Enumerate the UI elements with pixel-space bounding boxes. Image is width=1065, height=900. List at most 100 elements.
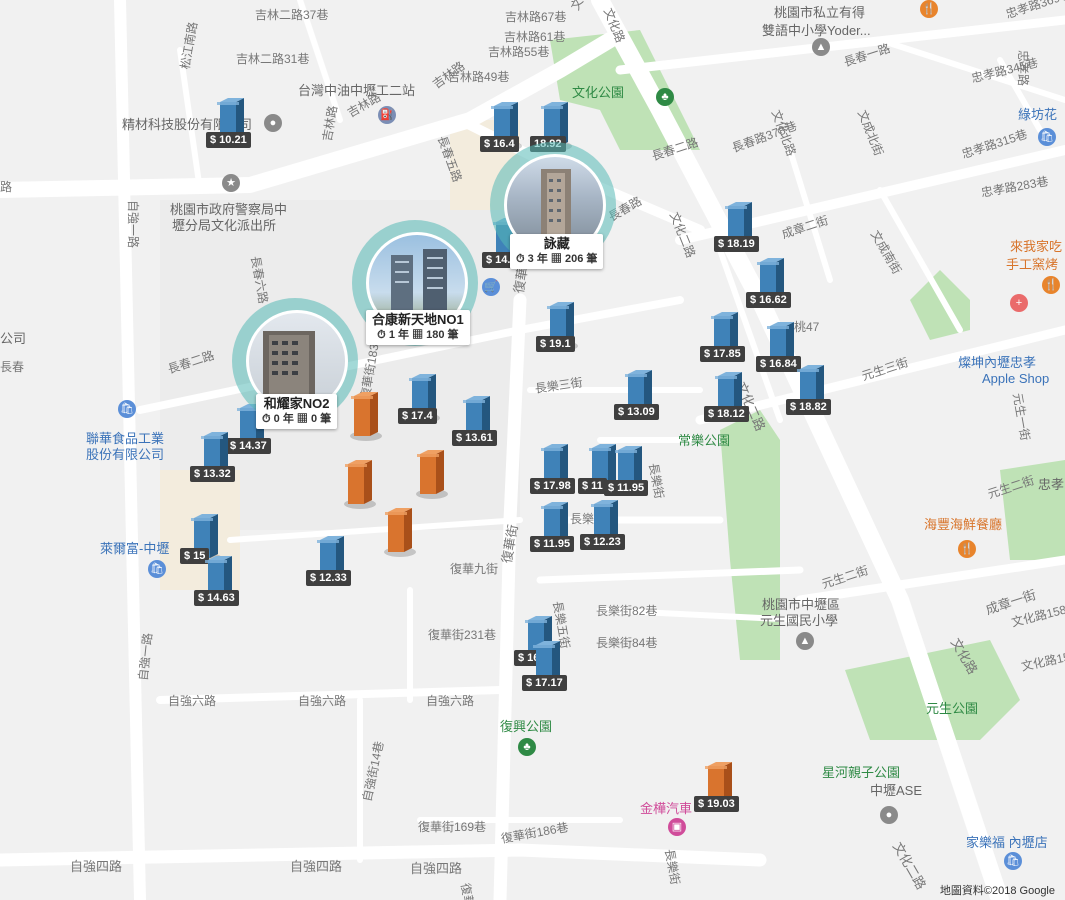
medical-icon[interactable]: + <box>1010 294 1028 312</box>
cluster-card[interactable]: 合康新天地NO1 ⏱ 1 年 ▦ 180 筆 <box>366 310 470 345</box>
map-label: 聯華食品工業 <box>86 431 165 446</box>
car-dealer-icon[interactable]: ▣ <box>668 818 686 836</box>
price-tag[interactable]: $ 17.4 <box>398 408 437 424</box>
building-icon: ▦ <box>412 329 424 341</box>
map-label: 壢分局文化派出所 <box>172 218 277 233</box>
price-tag[interactable]: $ 12.33 <box>306 570 351 586</box>
map-label: 復華街231巷 <box>428 628 497 642</box>
price-tag[interactable]: $ 17.85 <box>700 346 745 362</box>
police-icon[interactable]: ★ <box>222 174 240 192</box>
price-tag[interactable]: $ 16.62 <box>746 292 791 308</box>
cluster-count: 0 筆 <box>310 413 332 425</box>
map-label: 吉林二路31巷 <box>236 52 310 66</box>
map-label: 萊爾富-中壢 <box>100 541 170 556</box>
map-label: 自強六路 <box>168 694 217 708</box>
map-canvas[interactable]: 吉林二路37巷 吉林路67巷 吉林路61巷 吉林二路31巷 吉林路55巷 吉林路49巷 文化… <box>0 0 1065 900</box>
price-tag[interactable]: $ 17.17 <box>522 675 567 691</box>
map-label: 復華街169巷 <box>418 820 487 834</box>
map-label: 自強四路 <box>290 859 343 874</box>
map-label: 復華九街 <box>450 562 499 576</box>
cluster-count: 206 筆 <box>564 253 598 265</box>
cluster-card[interactable]: 和耀家NO2 ⏱ 0 年 ▦ 0 筆 <box>256 394 338 429</box>
gas-station-icon[interactable]: ⛽ <box>378 106 396 124</box>
restaurant-icon[interactable]: 🍴 <box>920 0 938 18</box>
cluster-age: 1 年 <box>388 329 410 341</box>
map-label: 雙語中小學Yoder... <box>762 23 871 38</box>
price-tag[interactable]: $ 11 <box>578 478 607 494</box>
price-tag[interactable]: $ 17.98 <box>530 478 575 494</box>
map-label: 吉林路55巷 <box>488 45 550 59</box>
map-label: 常樂公園 <box>678 433 731 448</box>
map-label: 自強四路 <box>70 859 123 874</box>
map-label: 忠孝 <box>1038 477 1065 492</box>
restaurant-icon[interactable]: 🍴 <box>958 540 976 558</box>
price-tag[interactable]: $ 19.1 <box>536 336 575 352</box>
park-tree-icon[interactable]: ♣ <box>518 738 536 756</box>
map-label: 自強六路 <box>298 694 347 708</box>
map-label: 文化公園 <box>572 85 625 100</box>
cluster-age: 3 年 <box>527 253 548 265</box>
map-attribution: 地圖資料©2018 Google <box>939 885 1055 897</box>
map-label: 桃園市中壢區 <box>762 597 841 612</box>
map-label: 桃園市政府警察局中 <box>170 202 288 217</box>
map-label: 台灣中油中壢工二站 <box>298 83 416 98</box>
price-tag[interactable]: $ 18.82 <box>786 399 831 415</box>
map-label: 中壢ASE <box>870 783 923 798</box>
map-label: 元生公園 <box>926 701 979 716</box>
school-icon[interactable]: ▲ <box>812 38 830 56</box>
price-tag[interactable]: $ 16.4 <box>480 136 519 152</box>
school-icon[interactable]: ▲ <box>796 632 814 650</box>
cluster-card[interactable]: 詠藏 ⏱ 3 年 ▦ 206 筆 <box>510 234 604 269</box>
cluster-age: 0 年 <box>273 413 294 425</box>
park-tree-icon[interactable]: ♣ <box>656 88 674 106</box>
map-label: 復興公園 <box>500 719 553 734</box>
cluster-name: 和耀家NO2 <box>263 396 330 411</box>
map-label: 自強六路 <box>426 694 475 708</box>
shopping-icon[interactable]: 🛍 <box>1004 852 1022 870</box>
map-label: 家樂福 內壢店 <box>966 835 1048 850</box>
map-label: 長樂街84巷 <box>596 636 658 650</box>
price-tag[interactable]: $ 18.12 <box>704 406 749 422</box>
map-label: 自強四路 <box>410 861 463 876</box>
map-label: 元生國民小學 <box>760 613 839 628</box>
map-label: 手工窯烤 <box>1006 257 1059 272</box>
map-label: 綠坊花 <box>1018 107 1058 122</box>
shopping-icon[interactable]: 🛍 <box>1038 128 1056 146</box>
clock-icon: ⏱ <box>377 329 386 341</box>
map-label: 金樺汽車 <box>640 801 693 816</box>
price-tag[interactable]: $ 11.95 <box>530 536 575 552</box>
shopping-icon[interactable]: 🛍 <box>148 560 166 578</box>
map-label: 自強一路 <box>126 200 140 249</box>
price-tag[interactable]: $ 13.61 <box>452 430 497 446</box>
price-tag[interactable]: $ 13.32 <box>190 466 235 482</box>
map-label: 公司 <box>0 331 27 346</box>
price-tag[interactable]: $ 18.19 <box>714 236 759 252</box>
map-label: 長春 <box>0 360 25 374</box>
place-pin-icon[interactable]: ● <box>264 114 282 132</box>
restaurant-icon[interactable]: 🍴 <box>1042 276 1060 294</box>
map-label: 股份有限公司 <box>86 447 165 462</box>
map-label: 海豐海鮮餐廳 <box>924 517 1003 532</box>
price-tag[interactable]: $ 14.63 <box>194 590 239 606</box>
price-tag[interactable]: $ 19.03 <box>694 796 739 812</box>
map-label: Apple Shop <box>982 371 1050 386</box>
shopping-icon[interactable]: 🛍 <box>118 400 136 418</box>
cluster-name: 詠藏 <box>543 236 570 251</box>
cluster-name: 合康新天地NO1 <box>372 312 464 327</box>
price-tag[interactable]: $ 12.23 <box>580 534 625 550</box>
map-label: 來我家吃 <box>1010 239 1063 254</box>
map-label: 吉林路61巷 <box>504 30 566 44</box>
clock-icon: ⏱ <box>516 253 525 265</box>
clock-icon: ⏱ <box>262 413 271 425</box>
map-label: 路 <box>0 180 13 194</box>
building-icon: ▦ <box>550 253 562 265</box>
price-tag[interactable]: $ 10.21 <box>206 132 251 148</box>
shopping-cart-icon[interactable]: 🛒 <box>482 278 500 296</box>
map-label: 桃園市私立有得 <box>774 5 866 20</box>
place-pin-icon[interactable]: ● <box>880 806 898 824</box>
cluster-count: 180 筆 <box>426 329 459 341</box>
building-icon: ▦ <box>296 413 308 425</box>
map-label: 吉林路67巷 <box>505 10 567 24</box>
price-tag[interactable]: $ 13.09 <box>614 404 659 420</box>
map-label: 長樂街82巷 <box>596 604 658 618</box>
